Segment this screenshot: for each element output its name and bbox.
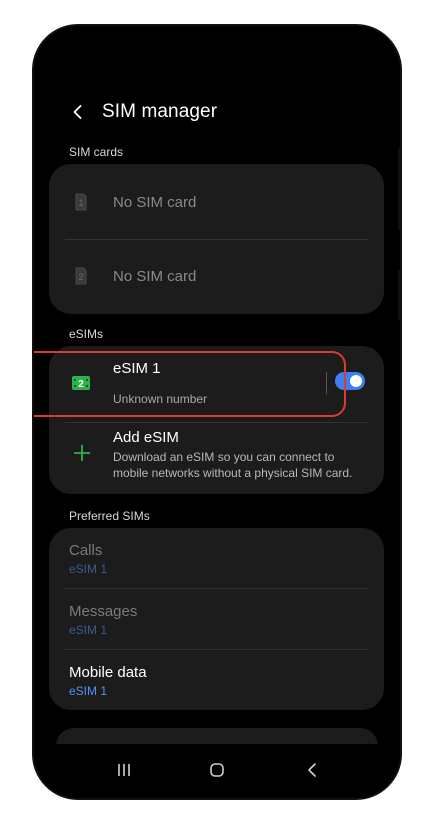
add-esim-row[interactable]: Add eSIM Download an eSIM so you can con… [49, 422, 384, 494]
plus-icon [74, 445, 90, 461]
sim-card-row-2[interactable]: 2 No SIM card [49, 246, 384, 306]
sim-card-status: No SIM card [113, 193, 197, 211]
add-esim-description: Download an eSIM so you can connect to m… [113, 450, 353, 480]
esim-highlight-outline [34, 351, 346, 417]
pref-messages-row[interactable]: Messages eSIM 1 [49, 588, 384, 649]
navigation-bar [34, 744, 400, 798]
preferred-sims-card: Calls eSIM 1 Messages eSIM 1 Mobile data… [49, 528, 384, 710]
pref-calls-label: Calls [69, 542, 103, 559]
sim-card-row-1[interactable]: 1 No SIM card [49, 172, 384, 232]
power-button [398, 270, 401, 320]
toggle-knob [350, 375, 362, 387]
page-title: SIM manager [102, 101, 218, 122]
pref-mobile-data-label: Mobile data [69, 664, 147, 681]
back-button[interactable] [300, 758, 324, 782]
app-header: SIM manager [70, 92, 217, 132]
pref-calls-row[interactable]: Calls eSIM 1 [49, 528, 384, 588]
recents-button[interactable] [112, 758, 136, 782]
section-label-esims: eSIMs [69, 327, 104, 341]
home-button[interactable] [205, 758, 229, 782]
pref-calls-value: eSIM 1 [69, 562, 108, 576]
phone-frame: SIM manager SIM cards 1 No SIM card 2 No… [34, 26, 400, 798]
section-label-sim-cards: SIM cards [69, 145, 124, 159]
pref-mobile-data-value: eSIM 1 [69, 684, 108, 698]
sim-card-icon: 2 [75, 267, 87, 285]
volume-button [398, 148, 401, 230]
recents-icon [118, 764, 130, 776]
svg-text:1: 1 [78, 198, 83, 208]
back-icon [308, 763, 316, 777]
pref-mobile-data-row[interactable]: Mobile data eSIM 1 [49, 649, 384, 710]
divider [65, 239, 368, 240]
home-icon [210, 763, 224, 777]
back-arrow-icon[interactable] [70, 104, 86, 120]
add-esim-title: Add eSIM [113, 429, 179, 446]
svg-text:2: 2 [78, 272, 83, 282]
sim-cards-card: 1 No SIM card 2 No SIM card [49, 164, 384, 314]
pref-messages-value: eSIM 1 [69, 623, 108, 637]
pref-messages-label: Messages [69, 603, 138, 620]
sim-card-icon: 1 [75, 193, 87, 211]
screen: SIM manager SIM cards 1 No SIM card 2 No… [34, 26, 400, 798]
section-label-preferred-sims: Preferred SIMs [69, 509, 150, 523]
sim-card-status: No SIM card [113, 267, 197, 285]
